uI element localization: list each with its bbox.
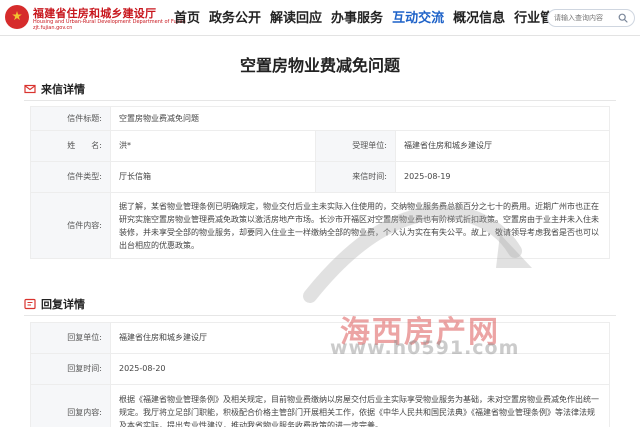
reply-content-value: 根据《福建省物业管理条例》及相关规定，目前物业费缴纳以房屋交付后业主实际享受物业… (110, 384, 610, 427)
reply-icon (24, 298, 36, 310)
letter-content-label: 信件内容: (30, 192, 111, 259)
nav-item-home[interactable]: 首页 (174, 10, 200, 30)
table-row: 回复内容: 根据《福建省物业管理条例》及相关规定，目前物业费缴纳以房屋交付后业主… (30, 384, 610, 427)
reply-details-table: 回复单位: 福建省住房和城乡建设厅 回复时间: 2025-08-20 回复内容:… (30, 322, 610, 427)
national-emblem-icon (5, 5, 29, 29)
letter-details-table: 信件标题: 空置房物业费减免问题 姓 名: 洪* 受理单位: 福建省住房和城乡建… (30, 106, 610, 259)
table-row: 信件类型: 厅长信箱 来信时间: 2025-08-19 (30, 161, 610, 193)
name-value: 洪* (110, 130, 316, 162)
site-logo[interactable]: 福建省住房和城乡建设厅 Housing and Urban-Rural Deve… (5, 3, 186, 33)
search-icon[interactable] (618, 13, 628, 23)
nav-item-overview[interactable]: 概况信息 (453, 10, 505, 30)
reply-section-title: 回复详情 (41, 298, 85, 311)
letter-type-label: 信件类型: (30, 161, 111, 193)
letter-type-value: 厅长信箱 (110, 161, 316, 193)
table-row: 回复时间: 2025-08-20 (30, 353, 610, 385)
nav-item-services[interactable]: 办事服务 (331, 10, 383, 30)
reply-section-header: 回复详情 (24, 296, 85, 312)
site-header: 福建省住房和城乡建设厅 Housing and Urban-Rural Deve… (0, 0, 640, 36)
letter-section-title: 来信详情 (41, 83, 85, 96)
letter-content-value: 据了解，某省物业管理条例已明确规定，物业交付后业主未实际入住使用的，交纳物业服务… (110, 192, 610, 259)
reply-unit-label: 回复单位: (30, 322, 111, 354)
table-row: 回复单位: 福建省住房和城乡建设厅 (30, 322, 610, 354)
reply-date-label: 回复时间: (30, 353, 111, 385)
watermark-url: www.h0591.com (330, 337, 520, 359)
letter-date-label: 来信时间: (315, 161, 396, 193)
nav-item-government-affairs[interactable]: 政务公开 (209, 10, 261, 30)
nav-item-interaction[interactable]: 互动交流 (392, 10, 444, 30)
main-content: 空置房物业费减免问题 来信详情 信件标题: 空置房物业费减免问题 姓 名: 洪*… (0, 36, 640, 427)
letter-icon (24, 84, 36, 94)
search-input[interactable] (554, 12, 616, 24)
page-title: 空置房物业费减免问题 (239, 56, 400, 75)
letter-title-label: 信件标题: (30, 106, 111, 131)
receiver-label: 受理单位: (315, 130, 396, 162)
divider (24, 315, 616, 316)
name-label: 姓 名: (30, 130, 111, 162)
letter-title-value: 空置房物业费减免问题 (110, 106, 610, 131)
letter-section-header: 来信详情 (24, 81, 85, 97)
reply-content-label: 回复内容: (30, 384, 111, 427)
divider (24, 100, 616, 101)
main-nav: 首页 政务公开 解读回应 办事服务 互动交流 概况信息 行业管理 (174, 10, 566, 30)
receiver-value: 福建省住房和城乡建设厅 (395, 130, 610, 162)
site-url: zjt.fujian.gov.cn (33, 25, 73, 31)
search-box (547, 9, 635, 27)
table-row: 信件标题: 空置房物业费减免问题 (30, 106, 610, 131)
nav-item-interpretation[interactable]: 解读回应 (270, 10, 322, 30)
letter-date-value: 2025-08-19 (395, 161, 610, 193)
table-row: 姓 名: 洪* 受理单位: 福建省住房和城乡建设厅 (30, 130, 610, 162)
table-row: 信件内容: 据了解，某省物业管理条例已明确规定，物业交付后业主未实际入住使用的，… (30, 192, 610, 259)
